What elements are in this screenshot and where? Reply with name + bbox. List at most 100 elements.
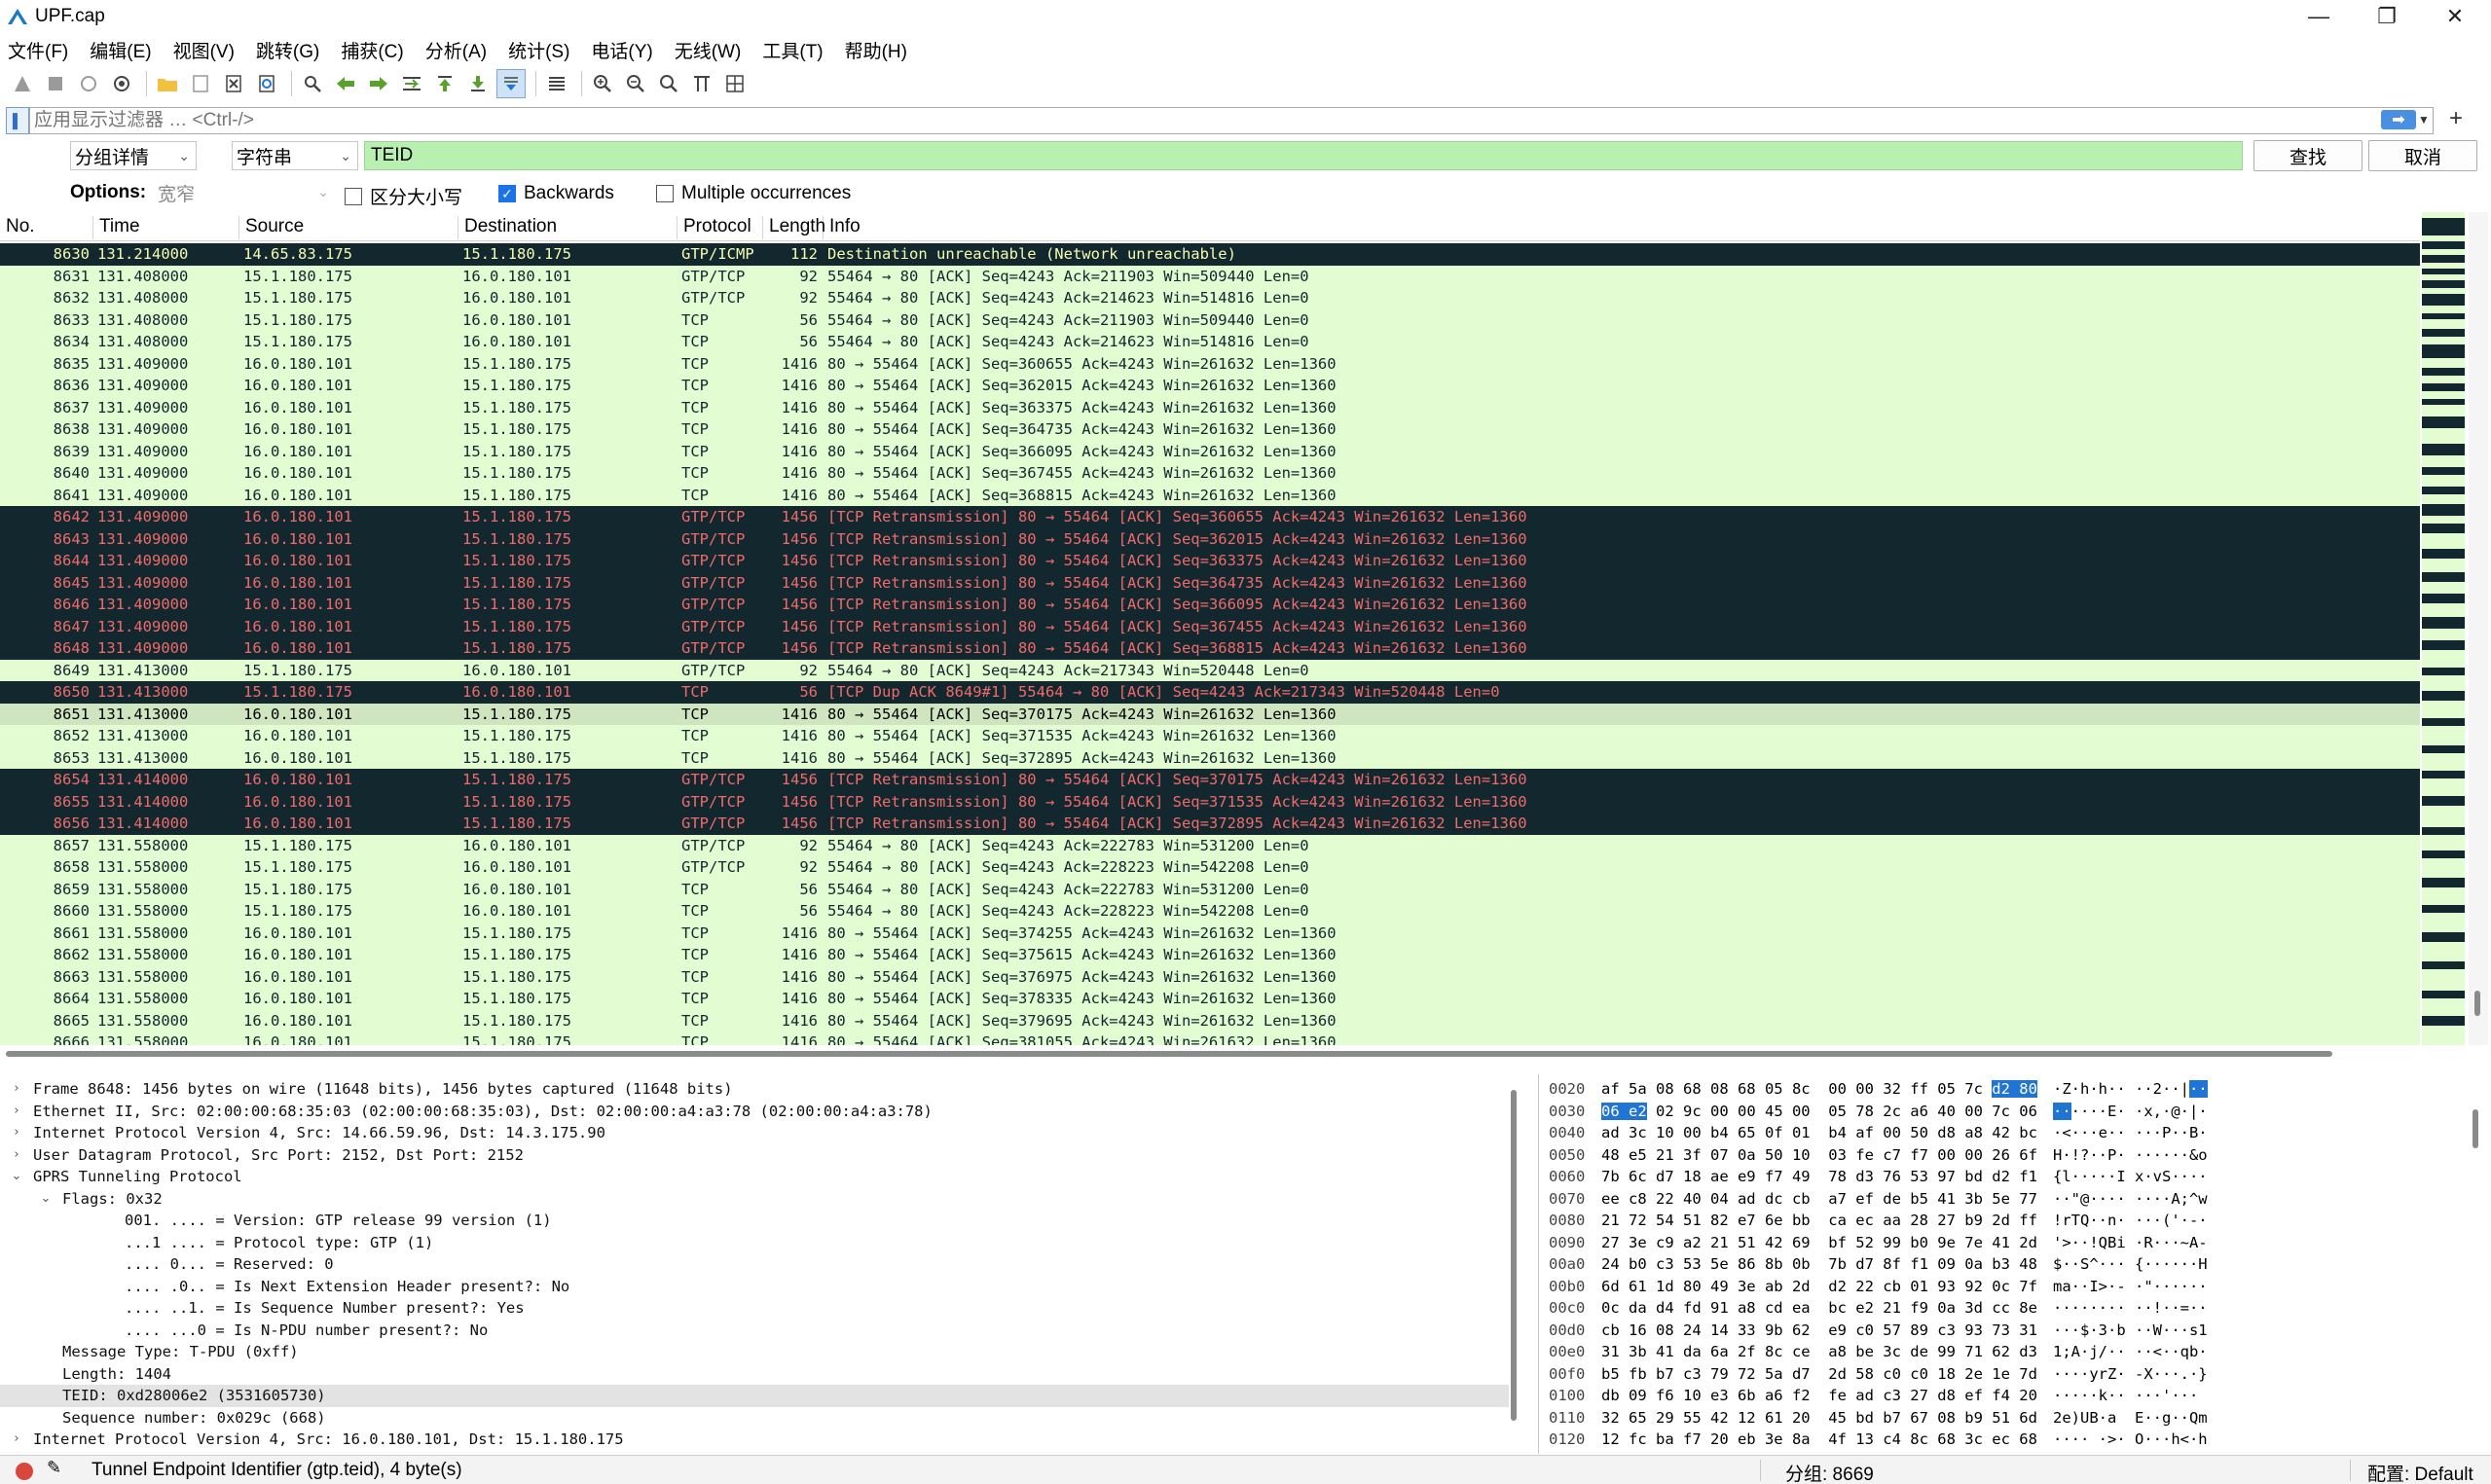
detail-tree-item[interactable]: .... ...0 = Is N-PDU number present?: No <box>0 1320 1509 1342</box>
detail-tree-item[interactable]: .... 0... = Reserved: 0 <box>0 1253 1509 1276</box>
search-type-select[interactable]: 字符串 ⌄ <box>232 141 358 170</box>
ascii-bytes[interactable]: '>··!QBi ·R···~A- <box>2053 1232 2208 1254</box>
colorize-icon[interactable] <box>542 69 571 98</box>
save-file-icon[interactable] <box>186 69 215 98</box>
scrollbar-thumb[interactable] <box>1511 1090 1517 1421</box>
menu-analyze[interactable]: 分析(A) <box>425 37 487 63</box>
packet-bytes-pane[interactable]: 0020 af 5a 08 68 08 68 05 8c 00 00 32 ff … <box>1538 1074 2473 1484</box>
find-button[interactable]: 查找 <box>2253 140 2363 171</box>
first-packet-icon[interactable] <box>430 69 459 98</box>
detail-tree-item[interactable]: 001. .... = Version: GTP release 99 vers… <box>0 1210 1509 1232</box>
hex-bytes[interactable]: 32 65 29 55 42 12 61 20 45 bd b7 67 08 b… <box>1601 1407 2037 1430</box>
detail-tree-item[interactable]: Length: 1404 <box>0 1363 1509 1386</box>
packet-row[interactable]: 8647 131.409000 16.0.180.101 15.1.180.175 GT… <box>0 615 2420 637</box>
menu-go[interactable]: 跳转(G) <box>256 37 319 63</box>
packet-row[interactable]: 8665 131.558000 16.0.180.101 15.1.180.175 TC… <box>0 1009 2420 1032</box>
ascii-bytes[interactable]: !rTQ··n· ···('·-· <box>2053 1210 2208 1232</box>
packet-row[interactable]: 8635 131.409000 16.0.180.101 15.1.180.175 TC… <box>0 352 2420 375</box>
ascii-bytes[interactable]: ···· ·>· O···h<·h <box>2053 1429 2208 1451</box>
hex-bytes[interactable]: 27 3e c9 a2 21 51 42 69 bf 52 99 b0 9e 7… <box>1601 1232 2037 1254</box>
multiple-occurrences-checkbox[interactable]: Multiple occurrences <box>656 183 851 204</box>
detail-tree-item[interactable]: ⌄ GPRS Tunneling Protocol <box>0 1166 1509 1188</box>
packet-row[interactable]: 8662 131.558000 16.0.180.101 15.1.180.175 TC… <box>0 944 2420 966</box>
ascii-bytes[interactable]: ma··I>·- ·"······ <box>2053 1276 2208 1298</box>
expanded-chevron-icon[interactable]: ⌄ <box>0 1166 33 1188</box>
selected-bytes[interactable]: d2 80 <box>1992 1080 2037 1098</box>
status-profile[interactable]: 配置: Default <box>2367 1460 2473 1484</box>
menu-wireless[interactable]: 无线(W) <box>675 37 742 63</box>
packet-details-tree[interactable]: › Frame 8648: 1456 bytes on wire (11648 b… <box>0 1074 1528 1454</box>
packet-row[interactable]: 8664 131.558000 16.0.180.101 15.1.180.175 TC… <box>0 988 2420 1010</box>
packet-row[interactable]: 8634 131.408000 15.1.180.175 16.0.180.101 TC… <box>0 331 2420 353</box>
column-header-destination[interactable]: Destination <box>458 216 678 239</box>
menu-telephony[interactable]: 电话(Y) <box>591 37 652 63</box>
goto-packet-icon[interactable] <box>397 69 426 98</box>
selected-bytes[interactable]: 06 e2 <box>1601 1102 1647 1120</box>
collapsed-chevron-icon[interactable]: › <box>0 1429 33 1451</box>
packet-row[interactable]: 8650 131.413000 15.1.180.175 16.0.180.101 TC… <box>0 681 2420 704</box>
cancel-find-button[interactable]: 取消 <box>2368 140 2477 171</box>
maximize-button[interactable]: ❐ <box>2353 0 2421 33</box>
detail-tree-item[interactable]: Message Type: T-PDU (0xff) <box>0 1341 1509 1363</box>
hex-bytes[interactable]: b5 fb b7 c3 79 72 5a d7 2d 58 c0 c0 18 2… <box>1601 1363 2037 1386</box>
expanded-chevron-icon[interactable]: ⌄ <box>29 1188 62 1211</box>
hex-bytes[interactable]: 7b 6c d7 18 ae e9 f7 49 78 d3 76 53 97 b… <box>1601 1166 2037 1188</box>
reload-icon[interactable] <box>252 69 281 98</box>
packet-row[interactable]: 8659 131.558000 15.1.180.175 16.0.180.101 TC… <box>0 878 2420 900</box>
ascii-bytes[interactable]: {l·····I x·vS···· <box>2053 1166 2208 1188</box>
close-window-button[interactable]: ✕ <box>2421 0 2489 33</box>
packet-list-horizontal-scrollbar[interactable] <box>0 1047 2420 1059</box>
hex-bytes[interactable]: 12 fc ba f7 20 eb 3e 8a 4f 13 c4 8c 68 3… <box>1601 1429 2037 1451</box>
forward-arrow-icon[interactable] <box>364 69 393 98</box>
packet-row[interactable]: 8658 131.558000 15.1.180.175 16.0.180.101 GT… <box>0 856 2420 879</box>
packet-row[interactable]: 8631 131.408000 15.1.180.175 16.0.180.101 GT… <box>0 265 2420 287</box>
collapsed-chevron-icon[interactable]: › <box>0 1122 33 1144</box>
detail-tree-item[interactable]: ...1 .... = Protocol type: GTP (1) <box>0 1232 1509 1254</box>
packet-row[interactable]: 8656 131.414000 16.0.180.101 15.1.180.175 GT… <box>0 813 2420 835</box>
packet-row[interactable]: 8639 131.409000 16.0.180.101 15.1.180.175 TC… <box>0 440 2420 462</box>
packet-row[interactable]: 8640 131.409000 16.0.180.101 15.1.180.175 TC… <box>0 462 2420 485</box>
zoom-normal-icon[interactable] <box>654 69 683 98</box>
details-vertical-scrollbar[interactable] <box>1511 1090 1520 1450</box>
packet-list-vertical-scrollbar[interactable] <box>2469 212 2488 1045</box>
packet-row[interactable]: 8661 131.558000 16.0.180.101 15.1.180.175 TC… <box>0 922 2420 944</box>
packet-row[interactable]: 8641 131.409000 16.0.180.101 15.1.180.175 TC… <box>0 484 2420 506</box>
scrollbar-thumb[interactable] <box>2473 1109 2478 1148</box>
column-header-protocol[interactable]: Protocol <box>678 216 763 239</box>
filter-bookmark-icon[interactable]: ▌ <box>6 107 29 134</box>
packet-row[interactable]: 8644 131.409000 16.0.180.101 15.1.180.175 GT… <box>0 550 2420 572</box>
packet-row[interactable]: 8655 131.414000 16.0.180.101 15.1.180.175 GT… <box>0 790 2420 813</box>
detail-tree-item[interactable]: › User Datagram Protocol, Src Port: 2152,… <box>0 1144 1509 1167</box>
stop-icon[interactable] <box>41 69 70 98</box>
packet-minimap[interactable] <box>2422 212 2465 1045</box>
packet-row[interactable]: 8637 131.409000 16.0.180.101 15.1.180.175 TC… <box>0 396 2420 418</box>
expert-info-red-icon[interactable] <box>16 1463 33 1480</box>
packet-row[interactable]: 8648 131.409000 16.0.180.101 15.1.180.175 GT… <box>0 637 2420 660</box>
packet-row[interactable]: 8649 131.413000 15.1.180.175 16.0.180.101 GT… <box>0 659 2420 681</box>
collapsed-chevron-icon[interactable]: › <box>0 1101 33 1123</box>
packet-list[interactable]: No. Time Source Destination Protocol Len… <box>0 212 2420 1045</box>
menu-edit[interactable]: 编辑(E) <box>90 37 151 63</box>
hex-bytes[interactable]: 0c da d4 fd 91 a8 cd ea bc e2 21 f9 0a 3… <box>1601 1297 2037 1320</box>
packet-row[interactable]: 8638 131.409000 16.0.180.101 15.1.180.175 TC… <box>0 418 2420 441</box>
menu-tools[interactable]: 工具(T) <box>762 37 823 63</box>
ascii-bytes[interactable]: ····yrZ· -X···.·} <box>2053 1363 2208 1386</box>
restart-icon[interactable] <box>74 69 103 98</box>
detail-tree-item[interactable]: › Internet Protocol Version 4, Src: 16.0.… <box>0 1429 1509 1451</box>
hex-bytes[interactable]: 48 e5 21 3f 07 0a 50 10 03 fe c7 f7 00 0… <box>1601 1144 2037 1167</box>
ascii-bytes[interactable]: H·!?··P· ······&o <box>2053 1144 2208 1167</box>
packet-row[interactable]: 8657 131.558000 15.1.180.175 16.0.180.101 GT… <box>0 834 2420 856</box>
packet-row[interactable]: 8643 131.409000 16.0.180.101 15.1.180.175 GT… <box>0 527 2420 550</box>
column-header-info[interactable]: Info <box>824 216 2420 239</box>
hex-bytes[interactable]: ad 3c 10 00 b4 65 0f 01 b4 af 00 50 d8 a… <box>1601 1122 2037 1144</box>
display-filter-input[interactable] <box>29 107 2434 134</box>
collapsed-chevron-icon[interactable]: › <box>0 1078 33 1101</box>
case-sensitive-checkbox[interactable]: 区分大小写 <box>345 183 462 209</box>
shark-start-icon[interactable] <box>8 69 37 98</box>
filter-history-chevron-icon[interactable]: ▼ <box>2418 113 2430 127</box>
last-packet-icon[interactable] <box>463 69 493 98</box>
collapsed-chevron-icon[interactable]: › <box>0 1144 33 1167</box>
bytes-vertical-scrollbar[interactable] <box>2473 1109 2482 1168</box>
resize-columns-icon[interactable] <box>687 69 716 98</box>
find-string-input[interactable]: TEID <box>364 141 2243 170</box>
